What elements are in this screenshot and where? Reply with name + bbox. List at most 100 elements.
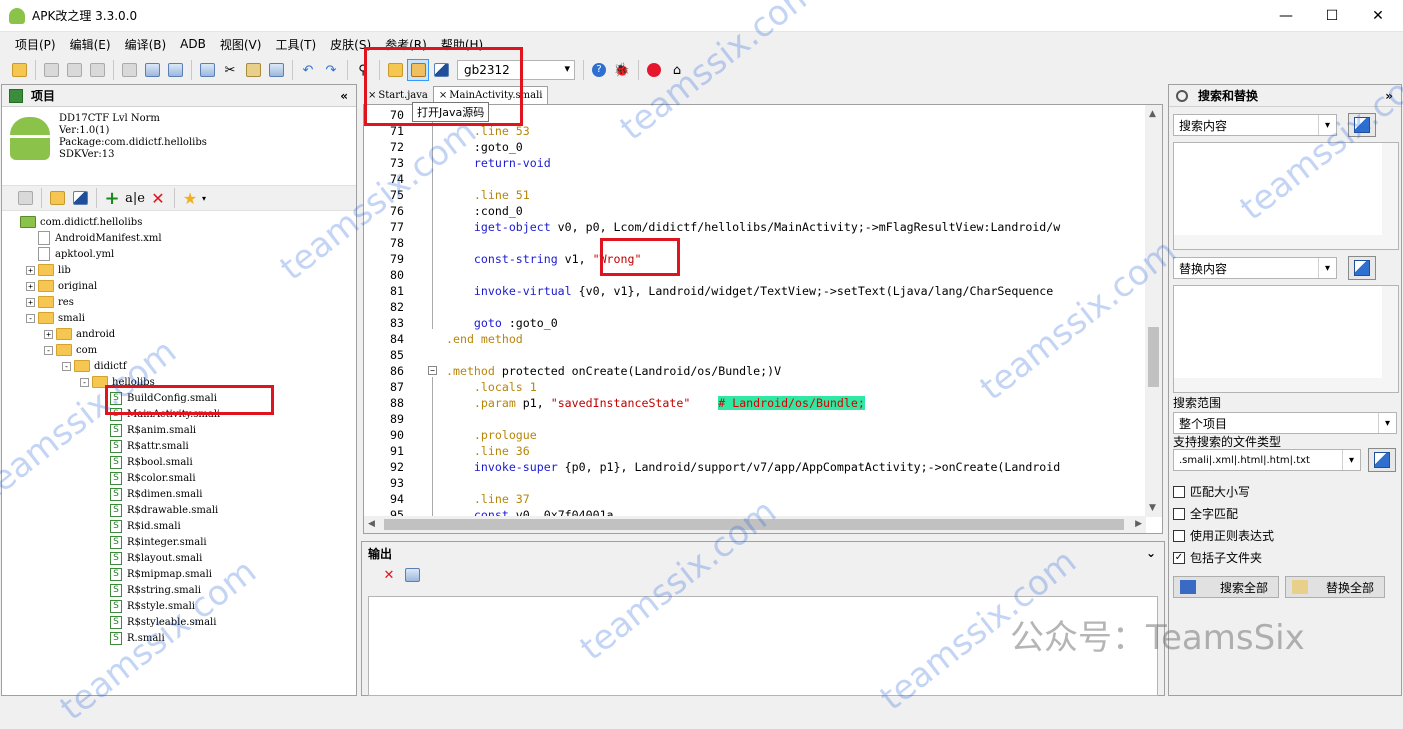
tree-item[interactable]: S R$string.smali bbox=[98, 582, 201, 598]
close-project-icon[interactable] bbox=[63, 59, 85, 81]
add-icon[interactable]: + bbox=[101, 187, 123, 209]
collapse-down-icon[interactable]: ⌄ bbox=[1146, 546, 1156, 560]
expand-icon[interactable]: » bbox=[1385, 89, 1393, 103]
scroll-up-icon[interactable]: ▲ bbox=[1149, 109, 1156, 119]
build-icon[interactable] bbox=[86, 59, 108, 81]
file-types-select[interactable]: .smali|.xml|.html|.htm|.txt ▾ bbox=[1173, 449, 1361, 471]
tree-item[interactable]: S R$drawable.smali bbox=[98, 502, 218, 518]
cut-icon[interactable]: ✂ bbox=[219, 59, 241, 81]
chevron-down-icon[interactable]: ▾ bbox=[1318, 115, 1336, 135]
search-input[interactable]: 搜索内容 ▾ bbox=[1173, 114, 1337, 136]
search-all-button[interactable]: 搜索全部 bbox=[1173, 576, 1279, 598]
open-folder-icon[interactable] bbox=[8, 59, 30, 81]
tree-item[interactable]: + lib bbox=[26, 262, 71, 278]
search-text-area[interactable] bbox=[1173, 142, 1399, 250]
horizontal-scrollbar[interactable] bbox=[1174, 378, 1398, 392]
checkbox-box[interactable] bbox=[1173, 485, 1185, 498]
tree-item[interactable]: + original bbox=[26, 278, 97, 294]
menu-project[interactable]: 项目(P) bbox=[15, 36, 56, 53]
menu-edit[interactable]: 编辑(E) bbox=[70, 36, 111, 53]
tree-item[interactable]: com.didictf.hellolibs bbox=[8, 214, 142, 230]
match-case-checkbox[interactable]: 匹配大小写 bbox=[1173, 483, 1250, 500]
copy-icon[interactable] bbox=[196, 59, 218, 81]
menu-view[interactable]: 视图(V) bbox=[220, 36, 262, 53]
open-folder-icon[interactable] bbox=[46, 187, 68, 209]
chevron-down-icon[interactable]: ▾ bbox=[1378, 413, 1396, 433]
tree-item[interactable]: + android bbox=[44, 326, 115, 342]
vertical-scrollbar[interactable] bbox=[1382, 286, 1398, 392]
code-editor[interactable]: 70 71 .line 53 72 :goto_0 73 return-void 74 7… bbox=[363, 104, 1163, 534]
paste-icon[interactable] bbox=[242, 59, 264, 81]
scroll-right-icon[interactable]: ▶ bbox=[1135, 519, 1142, 529]
search-scope-select[interactable]: 整个项目 ▾ bbox=[1173, 412, 1397, 434]
clear-output-icon[interactable]: ✕ bbox=[378, 564, 400, 586]
undo-icon[interactable]: ↶ bbox=[297, 59, 319, 81]
tree-item[interactable]: - com bbox=[44, 342, 97, 358]
chevron-down-icon[interactable]: ▾ bbox=[1318, 258, 1336, 278]
delete-icon[interactable]: ✕ bbox=[147, 187, 169, 209]
maximize-button[interactable]: ☐ bbox=[1309, 0, 1355, 32]
collapse-icon[interactable]: - bbox=[44, 345, 53, 355]
vertical-scrollbar[interactable]: ▲ ▼ bbox=[1145, 105, 1162, 517]
redo-icon[interactable]: ↷ bbox=[320, 59, 342, 81]
checkbox-box[interactable] bbox=[1173, 507, 1185, 520]
tree-item[interactable]: S R$color.smali bbox=[98, 470, 196, 486]
properties-icon[interactable] bbox=[14, 187, 36, 209]
include-subfolders-checkbox[interactable]: ✓ 包括子文件夹 bbox=[1173, 549, 1262, 566]
horizontal-scrollbar[interactable]: ◀ ▶ bbox=[364, 516, 1146, 533]
tree-item[interactable]: S R$style.smali bbox=[98, 598, 195, 614]
expand-icon[interactable]: + bbox=[26, 297, 35, 307]
scroll-thumb[interactable] bbox=[384, 519, 1124, 530]
collapse-icon[interactable]: - bbox=[26, 313, 35, 323]
tree-item[interactable]: S R$mipmap.smali bbox=[98, 566, 212, 582]
home-icon[interactable]: ⌂ bbox=[666, 59, 688, 81]
help-icon[interactable]: ? bbox=[588, 59, 610, 81]
replace-text-area[interactable] bbox=[1173, 285, 1399, 393]
dex-icon[interactable] bbox=[69, 187, 91, 209]
chevron-down-icon[interactable]: ▾ bbox=[1342, 450, 1360, 470]
tree-item[interactable]: S R$id.smali bbox=[98, 518, 181, 534]
tree-item[interactable]: apktool.yml bbox=[26, 246, 114, 262]
file-types-button[interactable] bbox=[1368, 448, 1396, 472]
menu-build[interactable]: 编译(B) bbox=[125, 36, 167, 53]
collapse-icon[interactable]: - bbox=[80, 377, 89, 387]
tree-item[interactable]: S R.smali bbox=[98, 630, 165, 646]
scroll-thumb[interactable] bbox=[1148, 327, 1159, 387]
scroll-left-icon[interactable]: ◀ bbox=[368, 519, 375, 529]
expand-icon[interactable]: + bbox=[44, 329, 53, 339]
scroll-down-icon[interactable]: ▼ bbox=[1149, 503, 1156, 513]
menu-adb[interactable]: ADB bbox=[180, 37, 206, 51]
tree-item[interactable]: S R$layout.smali bbox=[98, 550, 202, 566]
replace-options-button[interactable] bbox=[1348, 256, 1376, 280]
tree-item[interactable]: S R$styleable.smali bbox=[98, 614, 216, 630]
search-options-button[interactable] bbox=[1348, 113, 1376, 137]
rename-icon[interactable]: a|e bbox=[124, 187, 146, 209]
copy-output-icon[interactable] bbox=[401, 564, 423, 586]
tree-item[interactable]: S R$bool.smali bbox=[98, 454, 193, 470]
fold-marker-icon[interactable]: − bbox=[428, 366, 437, 375]
expand-icon[interactable]: + bbox=[26, 265, 35, 275]
new-icon[interactable] bbox=[40, 59, 62, 81]
weibo-icon[interactable] bbox=[643, 59, 665, 81]
tree-item[interactable]: AndroidManifest.xml bbox=[26, 230, 162, 246]
tree-item[interactable]: - didictf bbox=[62, 358, 127, 374]
chevron-down-icon[interactable]: ▾ bbox=[202, 194, 206, 203]
tree-item[interactable]: S R$anim.smali bbox=[98, 422, 196, 438]
tree-item[interactable]: S R$integer.smali bbox=[98, 534, 207, 550]
tree-item[interactable]: S R$attr.smali bbox=[98, 438, 189, 454]
menu-tools[interactable]: 工具(T) bbox=[275, 36, 316, 53]
favorite-star-icon[interactable]: ★ bbox=[179, 187, 201, 209]
checkbox-box[interactable] bbox=[1173, 529, 1185, 542]
close-button[interactable]: ✕ bbox=[1355, 0, 1401, 32]
replace-input[interactable]: 替换内容 ▾ bbox=[1173, 257, 1337, 279]
collapse-icon[interactable]: - bbox=[62, 361, 71, 371]
save-all-icon[interactable] bbox=[141, 59, 163, 81]
replace-all-button[interactable]: 替换全部 bbox=[1285, 576, 1385, 598]
horizontal-scrollbar[interactable] bbox=[1174, 235, 1398, 249]
tree-item[interactable]: - smali bbox=[26, 310, 85, 326]
expand-icon[interactable]: + bbox=[26, 281, 35, 291]
checkbox-box[interactable]: ✓ bbox=[1173, 551, 1185, 564]
save-as-icon[interactable] bbox=[164, 59, 186, 81]
find-icon[interactable] bbox=[265, 59, 287, 81]
save-icon[interactable] bbox=[118, 59, 140, 81]
